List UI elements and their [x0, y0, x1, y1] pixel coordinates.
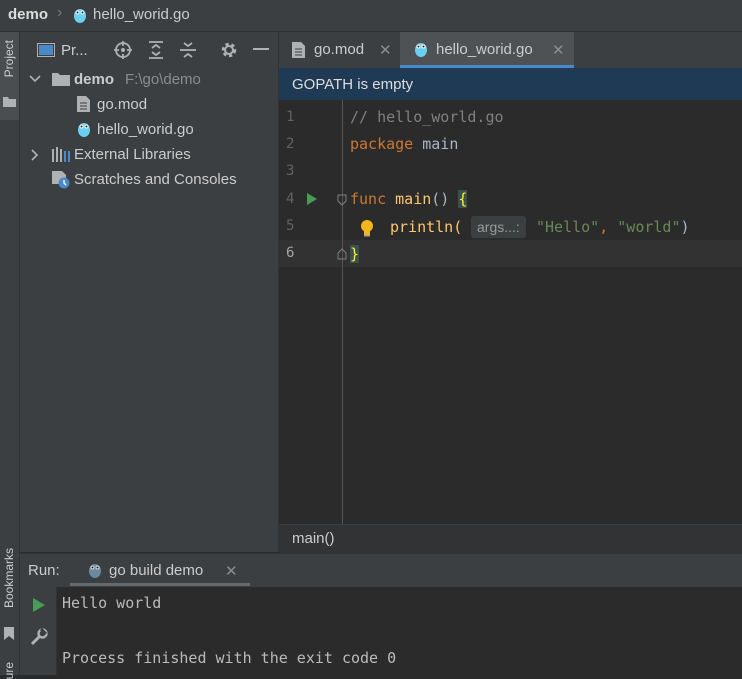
code-keyword: package	[350, 135, 414, 153]
close-icon[interactable]: ✕	[225, 562, 238, 580]
run-gutter-icon[interactable]	[306, 192, 318, 210]
code-editor[interactable]	[279, 100, 742, 524]
project-view-icon[interactable]	[37, 42, 55, 62]
code-line-5: println(	[390, 218, 462, 236]
run-tab-label[interactable]: go build demo	[109, 562, 203, 579]
code-identifier: main	[422, 135, 459, 153]
code-brace: {	[458, 190, 468, 208]
tree-root-path: F:\go\demo	[125, 71, 201, 88]
tree-scratches-consoles[interactable]: Scratches and Consoles	[74, 171, 237, 188]
code-punctuation: )	[680, 218, 690, 236]
tree-file-hello-world[interactable]: hello_worid.go	[97, 121, 194, 138]
notification-text: GOPATH is empty	[292, 76, 414, 93]
go-file-icon	[72, 6, 88, 28]
folder-icon	[52, 72, 70, 90]
nav-file-name[interactable]: hello_worid.go	[93, 6, 190, 23]
code-punctuation: ,	[599, 218, 618, 236]
code-line-2: package main	[350, 135, 458, 153]
code-function-call: println(	[390, 218, 463, 236]
code-line-1: // hello_world.go	[350, 108, 504, 126]
tree-file-go-mod[interactable]: go.mod	[97, 96, 147, 113]
gear-icon[interactable]	[220, 41, 238, 63]
stripe-structure-label[interactable]: ure	[2, 662, 16, 679]
project-panel	[20, 32, 279, 552]
nav-separator: ›	[57, 4, 63, 21]
locate-icon[interactable]	[114, 41, 132, 63]
code-punctuation: ()	[431, 190, 459, 208]
code-keyword: func	[350, 190, 387, 208]
fold-icon[interactable]	[337, 193, 347, 210]
minimize-icon[interactable]	[253, 48, 269, 50]
lightbulb-icon[interactable]	[360, 219, 374, 241]
chevron-right-icon[interactable]	[29, 148, 41, 165]
line-number: 6	[286, 245, 295, 261]
console-line: Hello world	[62, 594, 162, 612]
line-number: 3	[286, 163, 295, 179]
parameter-hint: args...:	[471, 216, 526, 238]
code-string: "world"	[617, 218, 681, 236]
run-label: Run:	[28, 562, 60, 579]
library-icon	[52, 146, 70, 166]
line-number: 4	[286, 191, 295, 207]
go-file-icon	[413, 40, 429, 62]
project-panel-title[interactable]: Pr...	[61, 42, 88, 59]
wrench-icon[interactable]	[30, 627, 48, 650]
current-line-highlight	[279, 240, 742, 267]
tree-external-libraries[interactable]: External Libraries	[74, 146, 191, 163]
code-function-name: main	[395, 190, 432, 208]
close-icon[interactable]: ✕	[379, 41, 392, 59]
line-number: 2	[286, 136, 295, 152]
nav-project-name[interactable]: demo	[8, 6, 48, 23]
breadcrumb[interactable]: main()	[292, 530, 335, 547]
file-icon	[77, 96, 90, 116]
line-number: 5	[286, 218, 295, 234]
folder-icon	[3, 94, 16, 111]
bookmark-icon[interactable]	[3, 627, 15, 644]
go-file-icon	[76, 120, 92, 142]
code-string: "Hello"	[536, 218, 600, 236]
console-line: Process finished with the exit code 0	[62, 649, 397, 667]
code-brace: }	[350, 245, 360, 263]
stripe-bookmarks-label[interactable]: Bookmarks	[2, 548, 16, 608]
chevron-down-icon[interactable]	[29, 72, 41, 89]
code-line-4: func main() {	[350, 190, 468, 208]
rerun-icon[interactable]	[32, 597, 46, 617]
code-line-6: }	[350, 245, 360, 263]
code-comment: // hello_world.go	[350, 108, 504, 126]
expand-all-icon[interactable]	[147, 41, 165, 63]
stripe-project-label[interactable]: Project	[2, 40, 16, 77]
scratches-icon	[52, 171, 70, 193]
close-icon[interactable]: ✕	[552, 41, 565, 59]
line-number: 1	[286, 109, 295, 125]
breadcrumb-bar	[279, 524, 742, 553]
gutter-divider	[342, 100, 343, 524]
run-tab-indicator	[70, 583, 250, 586]
file-icon	[292, 42, 305, 62]
go-build-icon	[87, 561, 103, 583]
collapse-all-icon[interactable]	[179, 41, 197, 63]
fold-icon[interactable]	[337, 247, 347, 264]
tree-root-name[interactable]: demo	[74, 71, 114, 88]
code-line-5-args: "Hello", "world")	[536, 218, 690, 236]
